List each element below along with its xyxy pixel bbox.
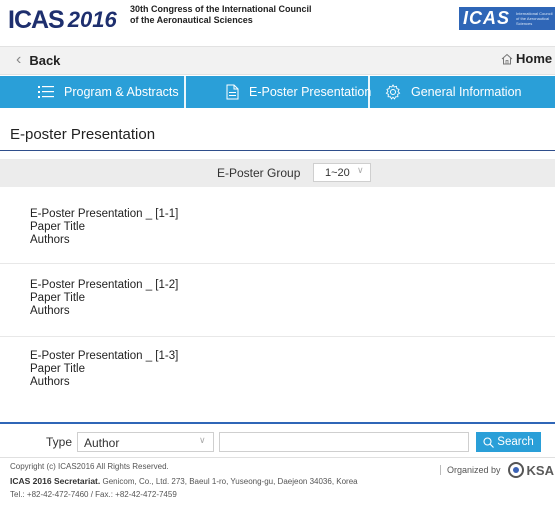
group-label: E-Poster Group (217, 166, 301, 180)
search-button[interactable]: Search (476, 432, 541, 452)
nav-label: Program & Abstracts (64, 85, 179, 99)
home-label: Home (516, 51, 553, 66)
secretariat-address: Genicom, Co., Ltd. 273, Baeul 1-ro, Yuse… (102, 477, 358, 486)
ksa-name[interactable]: KSA (527, 463, 554, 478)
organizer-divider (440, 465, 441, 475)
back-label: Back (29, 52, 61, 68)
search-icon (483, 436, 495, 448)
type-select[interactable]: Author ∨ (77, 432, 214, 452)
search-bar: Type Author ∨ Search (0, 427, 555, 458)
nav-divider (184, 76, 186, 108)
back-home-bar: ‹ Back Home (0, 46, 555, 75)
page-title: E-poster Presentation (10, 126, 156, 143)
search-input[interactable] (219, 432, 469, 452)
home-button[interactable]: Home (501, 51, 552, 66)
icas2016-logo[interactable]: ICAS 2016 (8, 6, 117, 34)
chevron-down-icon: ∨ (357, 165, 364, 175)
gear-icon (385, 84, 401, 100)
poster-title[interactable]: E-Poster Presentation _ [1-3] (30, 350, 178, 362)
congress-title: 30th Congress of the International Counc… (130, 4, 312, 26)
congress-title-line1: 30th Congress of the International Counc… (130, 4, 312, 14)
poster-authors: Authors (30, 234, 70, 246)
poster-title[interactable]: E-Poster Presentation _ [1-2] (30, 279, 178, 291)
chevron-left-icon: ‹ (16, 51, 22, 68)
group-filter-bar: E-Poster Group 1~20 ∨ (0, 159, 555, 187)
search-button-label: Search (497, 436, 534, 448)
organizer: Organized by KSA (440, 462, 554, 478)
document-icon (226, 84, 239, 100)
nav-label: General Information (411, 85, 522, 99)
congress-title-line2: of the Aeronautical Sciences (130, 15, 253, 25)
main-nav: Program & Abstracts E-Poster Presentatio… (0, 76, 555, 108)
poster-authors: Authors (30, 305, 70, 317)
paper-title: Paper Title (30, 363, 85, 375)
nav-divider (368, 76, 370, 108)
paper-title: Paper Title (30, 221, 85, 233)
footer-contact: Tel.: +82-42-472-7460 / Fax.: +82-42-472… (10, 490, 177, 499)
poster-title[interactable]: E-Poster Presentation _ [1-1] (30, 208, 178, 220)
back-button[interactable]: ‹ Back (16, 51, 60, 69)
type-label: Type (46, 435, 73, 449)
icas-badge-logo[interactable]: ICAS International Council of the Aerona… (459, 7, 555, 30)
nav-program-abstracts[interactable]: Program & Abstracts (38, 76, 179, 108)
ksa-logo-icon (507, 462, 524, 478)
nav-e-poster-presentation[interactable]: E-Poster Presentation (226, 76, 371, 108)
home-icon (501, 53, 513, 64)
nav-label: E-Poster Presentation (249, 85, 372, 99)
badge-subtext: International Council of the Aeronautica… (516, 11, 553, 26)
organized-by-label: Organized by (447, 465, 501, 475)
paper-title: Paper Title (30, 292, 85, 304)
logo-year: 2016 (67, 7, 117, 32)
logo-text: ICAS (8, 6, 65, 34)
footer-secretariat: ICAS 2016 Secretariat. Genicom, Co., Ltd… (10, 476, 358, 486)
chevron-down-icon: ∨ (199, 435, 206, 445)
badge-text: ICAS (463, 8, 511, 28)
group-select-value: 1~20 (325, 167, 350, 179)
secretariat-label: ICAS 2016 Secretariat. (10, 476, 101, 486)
poster-item[interactable]: E-Poster Presentation _ [1-2] Paper Titl… (0, 264, 555, 337)
poster-authors: Authors (30, 376, 70, 388)
footer-copyright: Copyright (c) ICAS2016 All Rights Reserv… (10, 462, 169, 471)
site-header: ICAS 2016 30th Congress of the Internati… (0, 0, 555, 40)
group-select[interactable]: 1~20 ∨ (313, 163, 371, 182)
list-icon (38, 86, 54, 98)
poster-item[interactable]: E-Poster Presentation _ [1-1] Paper Titl… (0, 191, 555, 264)
poster-item[interactable]: E-Poster Presentation _ [1-3] Paper Titl… (0, 337, 555, 409)
search-divider (0, 422, 555, 424)
nav-general-information[interactable]: General Information (385, 76, 521, 108)
title-divider (0, 150, 555, 151)
type-select-value: Author (84, 436, 120, 450)
